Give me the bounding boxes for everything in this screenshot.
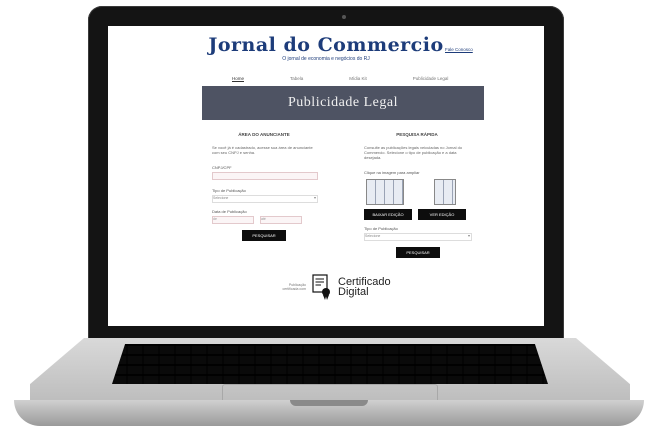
thumbnail-hint: Clique na imagem para ampliar: [364, 170, 420, 175]
advertiser-intro: Se você já é cadastrado, acesse sua área…: [212, 145, 313, 155]
date-to-input[interactable]: até: [260, 216, 302, 224]
page-title: Publicidade Legal: [288, 95, 398, 110]
cnpj-label: CNPJ/CPF: [212, 165, 232, 170]
quick-search-intro: Consulte as publicações legais veiculada…: [364, 145, 463, 160]
page-banner: Publicidade Legal: [202, 86, 484, 120]
advertiser-search-button[interactable]: PESQUISAR: [242, 230, 286, 241]
publication-date-label: Data de Publicação: [212, 209, 247, 214]
digital-certificate: Publicação certificada com Certificado D…: [276, 274, 391, 300]
laptop-screen: Jornal do Commercio O jornal de economia…: [108, 26, 544, 326]
edition-thumbnail-large[interactable]: [366, 179, 404, 205]
download-edition-button[interactable]: BAIXAR EDIÇÃO: [364, 209, 412, 220]
quick-type-label: Tipo de Publicação: [364, 226, 398, 231]
site-tagline: O jornal de economia e negócios do RJ: [282, 56, 370, 62]
camera-icon: [342, 15, 346, 19]
publication-type-label: Tipo de Publicação: [212, 188, 246, 193]
laptop-notch: [290, 400, 368, 406]
date-range: de até: [212, 216, 316, 224]
cnpj-input[interactable]: [212, 172, 318, 180]
nav-item-publicidade-legal[interactable]: Publicidade Legal: [413, 76, 449, 82]
view-edition-button[interactable]: VER EDIÇÃO: [418, 209, 466, 220]
site-logo[interactable]: Jornal do Commercio: [108, 34, 544, 56]
certificate-seal-icon: [312, 274, 330, 300]
advertiser-heading: ÁREA DO ANUNCIANTE: [238, 132, 290, 137]
edition-buttons: BAIXAR EDIÇÃO VER EDIÇÃO: [364, 209, 470, 220]
date-from-input[interactable]: de: [212, 216, 254, 224]
quick-search-area: PESQUISA RÁPIDA Consulte as publicações …: [364, 132, 472, 258]
advertiser-area: ÁREA DO ANUNCIANTE Se você já é cadastra…: [212, 132, 318, 241]
nav-item-home[interactable]: Home: [232, 76, 245, 82]
quick-search-heading: PESQUISA RÁPIDA: [396, 132, 438, 137]
edition-thumbnail-small[interactable]: [434, 179, 456, 205]
certificate-note: Publicação certificada com: [282, 283, 306, 291]
contact-link[interactable]: Fale Conosco: [445, 47, 473, 52]
quick-type-select[interactable]: Selecione: [364, 233, 472, 241]
quick-search-button[interactable]: PESQUISAR: [396, 247, 440, 258]
laptop-keyboard: [112, 344, 548, 384]
edition-thumbnails: [366, 179, 470, 205]
nav-item-midia-kit[interactable]: Mídia Kit: [349, 76, 367, 82]
nav-item-tabela[interactable]: Tabela: [290, 76, 303, 82]
certificate-line-2: Digital: [338, 286, 369, 298]
publication-type-select[interactable]: Selecione: [212, 195, 318, 203]
certificate-label: Certificado Digital: [338, 277, 391, 298]
main-nav: Home Tabela Mídia Kit Publicidade Legal: [232, 76, 448, 82]
